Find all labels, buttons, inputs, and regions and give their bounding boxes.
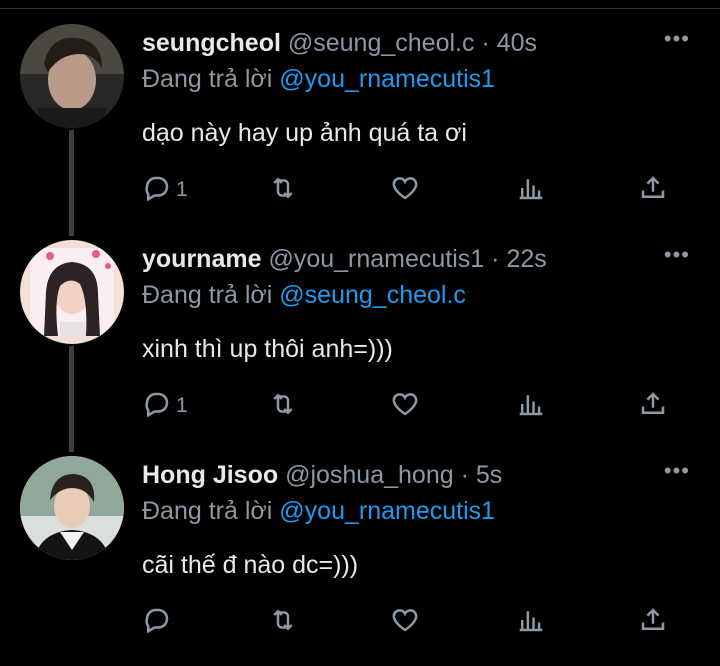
reply-count: 1 [176, 394, 188, 417]
avatar[interactable] [20, 24, 124, 128]
separator: · [491, 245, 500, 273]
retweet-icon [268, 173, 298, 208]
separator: · [481, 29, 490, 57]
author-name[interactable]: yourname [142, 245, 261, 273]
retweet-button[interactable] [268, 172, 298, 208]
retweet-icon [268, 605, 298, 640]
tweet-text: xinh thì up thôi anh=))) [142, 335, 393, 363]
tweet-3[interactable]: Hong Jisoo @joshua_hong · 5s ••• Đang tr… [0, 456, 720, 666]
retweet-button[interactable] [268, 604, 298, 640]
author-handle[interactable]: @you_rnamecutis1 [268, 245, 484, 273]
author-handle[interactable]: @seung_cheol.c [288, 29, 475, 57]
timestamp[interactable]: 5s [476, 461, 502, 489]
views-button[interactable] [516, 388, 546, 424]
heart-icon [390, 389, 420, 424]
reply-icon [142, 173, 172, 208]
share-icon [638, 389, 668, 424]
author-handle[interactable]: @joshua_hong [285, 461, 454, 489]
avatar[interactable] [20, 456, 124, 560]
views-icon [516, 173, 546, 208]
like-button[interactable] [390, 388, 420, 424]
action-bar: 1 [142, 172, 682, 208]
timestamp[interactable]: 22s [506, 245, 546, 273]
share-icon [638, 605, 668, 640]
author-name[interactable]: seungcheol [142, 29, 281, 57]
views-icon [516, 389, 546, 424]
reply-count: 1 [176, 178, 188, 201]
avatar[interactable] [20, 240, 124, 344]
reply-mention[interactable]: @you_rnamecutis1 [279, 497, 495, 525]
heart-icon [390, 605, 420, 640]
author-name[interactable]: Hong Jisoo [142, 461, 278, 489]
top-divider [0, 0, 720, 9]
reply-prefix: Đang trả lời [142, 497, 273, 525]
share-button[interactable] [638, 388, 668, 424]
action-bar [142, 604, 682, 640]
reply-icon [142, 605, 172, 640]
reply-mention[interactable]: @you_rnamecutis1 [279, 65, 495, 93]
more-icon[interactable]: ••• [664, 24, 690, 54]
tweet-text: cãi thế đ nào dc=))) [142, 551, 359, 579]
like-button[interactable] [390, 604, 420, 640]
retweet-button[interactable] [268, 388, 298, 424]
share-button[interactable] [638, 172, 668, 208]
tweet-text: dạo này hay up ảnh quá ta ơi [142, 119, 467, 147]
reply-button[interactable]: 1 [142, 172, 188, 208]
reply-button[interactable]: 1 [142, 388, 188, 424]
share-icon [638, 173, 668, 208]
reply-prefix: Đang trả lời [142, 65, 273, 93]
reply-button[interactable] [142, 604, 176, 640]
tweet-1[interactable]: seungcheol @seung_cheol.c · 40s ••• Đang… [0, 24, 720, 234]
timestamp[interactable]: 40s [497, 29, 537, 57]
more-icon[interactable]: ••• [664, 456, 690, 486]
more-icon[interactable]: ••• [664, 240, 690, 270]
share-button[interactable] [638, 604, 668, 640]
action-bar: 1 [142, 388, 682, 424]
heart-icon [390, 173, 420, 208]
reply-icon [142, 389, 172, 424]
like-button[interactable] [390, 172, 420, 208]
reply-mention[interactable]: @seung_cheol.c [279, 281, 466, 309]
separator: · [460, 461, 469, 489]
tweet-2[interactable]: yourname @you_rnamecutis1 · 22s ••• Đang… [0, 240, 720, 450]
views-button[interactable] [516, 604, 546, 640]
reply-prefix: Đang trả lời [142, 281, 273, 309]
views-button[interactable] [516, 172, 546, 208]
retweet-icon [268, 389, 298, 424]
views-icon [516, 605, 546, 640]
